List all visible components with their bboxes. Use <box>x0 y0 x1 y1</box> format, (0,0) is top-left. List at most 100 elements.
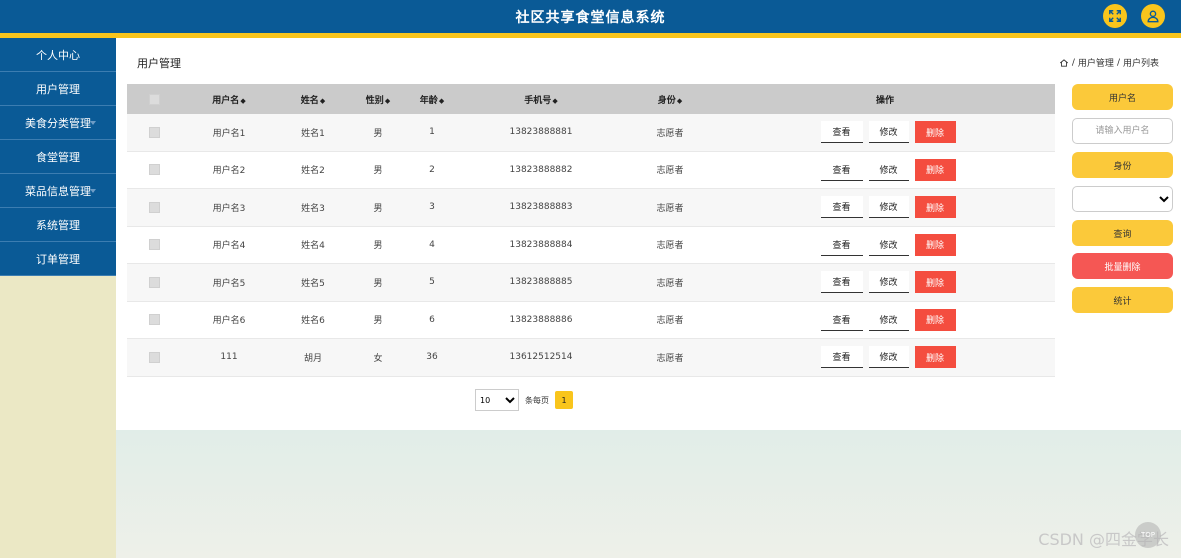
cell-name: 姓名5 <box>301 278 325 289</box>
table-row: 用户名5 姓名5 男 5 13823888885 志愿者 查看 修改 删除 <box>127 264 1055 302</box>
cell-role: 志愿者 <box>656 128 684 139</box>
cell-age: 5 <box>429 277 435 288</box>
page-number-button[interactable]: 1 <box>555 391 573 409</box>
role-filter-label: 身份 <box>1072 152 1173 178</box>
cell-username: 用户名2 <box>212 166 246 177</box>
cell-age: 2 <box>429 164 435 175</box>
row-checkbox[interactable] <box>148 314 160 326</box>
sidebar: 个人中心 用户管理 美食分类管理 食堂管理 菜品信息管理 系统管理 订单管理 <box>0 38 116 558</box>
table-header: 用户名◆ 姓名◆ 性别◆ 年龄◆ 手机号◆ 身份◆ 操作 <box>127 84 1055 114</box>
page-size-select[interactable]: 10 <box>475 389 519 411</box>
chevron-down-icon <box>90 189 96 193</box>
row-checkbox[interactable] <box>148 239 160 251</box>
home-icon[interactable] <box>1059 58 1069 68</box>
delete-button[interactable]: 删除 <box>914 271 956 294</box>
sidebar-item-label: 美食分类管理 <box>25 116 91 130</box>
sort-icon: ◆ <box>552 96 558 105</box>
table-body: 用户名1 姓名1 男 1 13823888881 志愿者 查看 修改 删除 用户… <box>127 114 1055 377</box>
cell-sex: 男 <box>373 316 383 327</box>
sidebar-item-system[interactable]: 系统管理 <box>0 208 116 242</box>
view-button[interactable]: 查看 <box>820 346 863 369</box>
delete-button[interactable]: 删除 <box>914 308 956 331</box>
table-row: 用户名1 姓名1 男 1 13823888881 志愿者 查看 修改 删除 <box>127 114 1055 152</box>
column-header-phone[interactable]: 手机号◆ <box>457 93 625 106</box>
row-checkbox[interactable] <box>148 276 160 288</box>
cell-username: 用户名4 <box>212 241 246 252</box>
cell-sex: 男 <box>373 203 383 214</box>
row-checkbox[interactable] <box>148 164 160 176</box>
sort-icon: ◆ <box>240 96 246 105</box>
row-checkbox[interactable] <box>148 351 160 363</box>
edit-button[interactable]: 修改 <box>868 121 909 144</box>
sidebar-item-orders[interactable]: 订单管理 <box>0 242 116 276</box>
table-row: 用户名6 姓名6 男 6 13823888886 志愿者 查看 修改 删除 <box>127 302 1055 339</box>
pagination: 10 条每页 1 <box>475 389 573 411</box>
view-button[interactable]: 查看 <box>820 233 863 256</box>
sidebar-item-dish-info[interactable]: 菜品信息管理 <box>0 174 116 208</box>
view-button[interactable]: 查看 <box>820 158 863 181</box>
view-button[interactable]: 查看 <box>820 308 863 331</box>
view-button[interactable]: 查看 <box>820 196 863 219</box>
edit-button[interactable]: 修改 <box>868 196 909 219</box>
cell-username: 用户名5 <box>212 278 246 289</box>
row-checkbox[interactable] <box>148 201 160 213</box>
cell-role: 志愿者 <box>656 353 684 364</box>
cell-phone: 13823888883 <box>509 202 573 213</box>
fullscreen-icon[interactable] <box>1103 4 1127 28</box>
statistics-button[interactable]: 统计 <box>1072 287 1173 313</box>
cell-role: 志愿者 <box>656 316 684 327</box>
delete-button[interactable]: 删除 <box>914 346 956 369</box>
cell-sex: 男 <box>373 241 383 252</box>
breadcrumb-item[interactable]: 用户管理 <box>1078 56 1114 69</box>
delete-button[interactable]: 删除 <box>914 121 956 144</box>
edit-button[interactable]: 修改 <box>868 346 909 369</box>
view-button[interactable]: 查看 <box>820 121 863 144</box>
row-checkbox[interactable] <box>148 126 160 138</box>
delete-button[interactable]: 删除 <box>914 196 956 219</box>
sidebar-item-canteen[interactable]: 食堂管理 <box>0 140 116 174</box>
sidebar-item-food-category[interactable]: 美食分类管理 <box>0 106 116 140</box>
back-to-top-button[interactable]: TOP <box>1135 522 1161 548</box>
sidebar-item-personal-center[interactable]: 个人中心 <box>0 38 116 72</box>
table-row: 用户名2 姓名2 男 2 13823888882 志愿者 查看 修改 删除 <box>127 152 1055 189</box>
edit-button[interactable]: 修改 <box>868 308 909 331</box>
cell-username: 用户名3 <box>212 203 246 214</box>
sidebar-item-label: 食堂管理 <box>36 150 80 164</box>
sidebar-item-label: 个人中心 <box>36 48 80 62</box>
column-header-age[interactable]: 年龄◆ <box>407 93 457 106</box>
delete-button[interactable]: 删除 <box>914 158 956 181</box>
cell-role: 志愿者 <box>656 166 684 177</box>
table-row: 111 胡月 女 36 13612512514 志愿者 查看 修改 删除 <box>127 339 1055 377</box>
column-header-sex[interactable]: 性别◆ <box>349 93 407 106</box>
cell-age: 3 <box>429 202 435 213</box>
username-search-input[interactable] <box>1072 118 1173 144</box>
username-filter-label: 用户名 <box>1072 84 1173 110</box>
cell-phone: 13823888881 <box>509 127 573 138</box>
delete-button[interactable]: 删除 <box>914 233 956 256</box>
sidebar-item-user-management[interactable]: 用户管理 <box>0 72 116 106</box>
column-header-name[interactable]: 姓名◆ <box>277 93 349 106</box>
role-select[interactable] <box>1072 186 1173 212</box>
edit-button[interactable]: 修改 <box>868 271 909 294</box>
cell-age: 1 <box>429 127 435 138</box>
sidebar-item-label: 系统管理 <box>36 218 80 232</box>
column-header-role[interactable]: 身份◆ <box>625 93 715 106</box>
user-table: 用户名◆ 姓名◆ 性别◆ 年龄◆ 手机号◆ 身份◆ 操作 用户名1 姓名1 男 … <box>127 84 1055 377</box>
view-button[interactable]: 查看 <box>820 271 863 294</box>
cell-username: 用户名6 <box>212 316 246 327</box>
edit-button[interactable]: 修改 <box>868 233 909 256</box>
cell-sex: 男 <box>373 166 383 177</box>
header-accent-stripe <box>0 33 1181 38</box>
batch-delete-button[interactable]: 批量删除 <box>1072 253 1173 279</box>
cell-phone: 13823888885 <box>509 277 573 288</box>
sort-icon: ◆ <box>384 96 391 105</box>
select-all-checkbox[interactable] <box>148 93 160 105</box>
edit-button[interactable]: 修改 <box>868 158 909 181</box>
cell-phone: 13612512514 <box>509 352 573 363</box>
user-avatar-icon[interactable] <box>1141 4 1165 28</box>
per-page-label: 条每页 <box>525 395 549 405</box>
column-header-username[interactable]: 用户名◆ <box>181 93 277 106</box>
search-button[interactable]: 查询 <box>1072 220 1173 246</box>
main-bottom-background <box>116 430 1181 558</box>
cell-username: 111 <box>220 352 238 363</box>
